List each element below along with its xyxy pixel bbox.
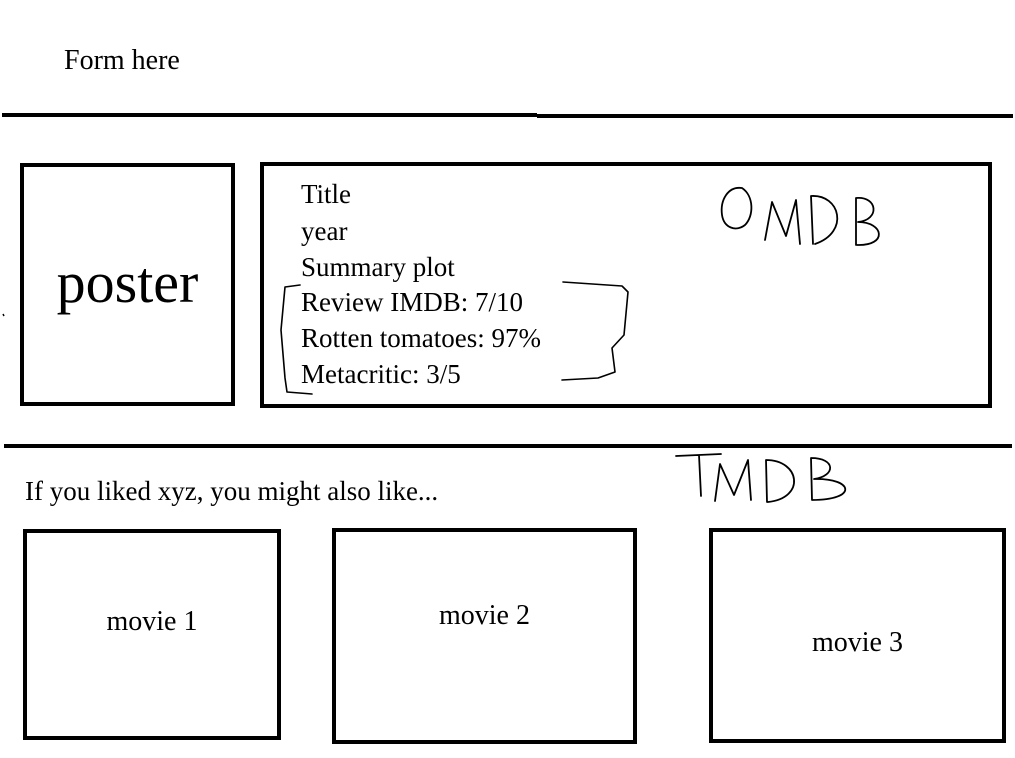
top-divider-right <box>537 114 1013 118</box>
movie-year-field: year <box>301 216 348 246</box>
rotten-tomatoes-field: Rotten tomatoes: 97% <box>301 323 541 353</box>
recommendations-heading: If you liked xyz, you might also like... <box>25 476 439 506</box>
tmdb-handwritten-note <box>675 453 846 503</box>
metacritic-field: Metacritic: 3/5 <box>301 359 461 389</box>
recommended-movie-card[interactable]: movie 1 <box>23 529 281 740</box>
middle-divider <box>4 444 1012 448</box>
form-placeholder-label[interactable]: Form here <box>64 44 180 78</box>
recommended-movie-label: movie 2 <box>439 600 530 631</box>
recommended-movie-label: movie 3 <box>812 627 903 658</box>
poster-box: poster <box>20 163 235 406</box>
movie-summary-field: Summary plot <box>301 252 455 282</box>
recommended-movie-label: movie 1 <box>106 606 198 637</box>
poster-label: poster <box>56 250 199 315</box>
recommended-movie-card[interactable]: movie 2 <box>332 528 637 744</box>
imdb-review-field: Review IMDB: 7/10 <box>301 287 523 317</box>
movie-title-field: Title <box>301 179 352 209</box>
recommended-movie-card[interactable]: movie 3 <box>709 528 1006 743</box>
top-divider-left <box>2 113 537 117</box>
